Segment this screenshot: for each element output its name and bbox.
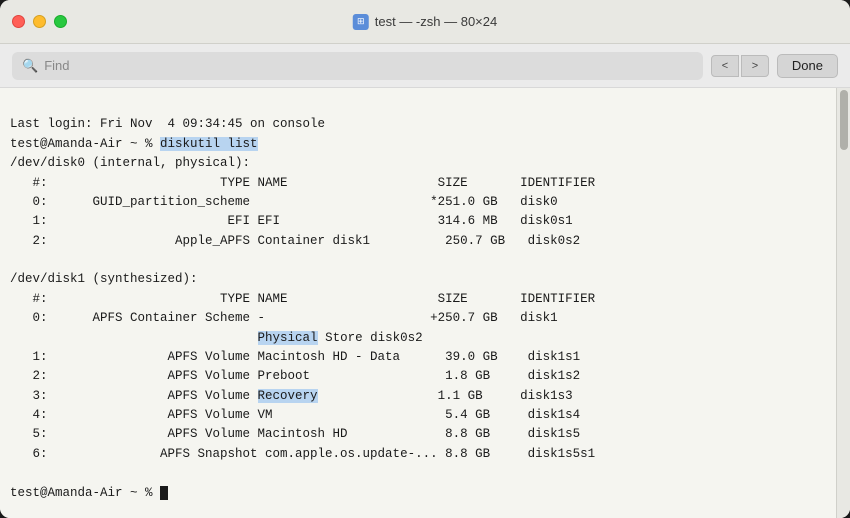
disk0-row-0: 0: GUID_partition_scheme *251.0 GB disk0 <box>10 195 558 209</box>
login-line: Last login: Fri Nov 4 09:34:45 on consol… <box>10 117 325 131</box>
scrollbar-thumb[interactable] <box>840 90 848 150</box>
disk0-row-1: 1: EFI EFI 314.6 MB disk0s1 <box>10 214 573 228</box>
recovery-highlight: Recovery <box>258 389 318 403</box>
prompt-line-1: test@Amanda-Air ~ % diskutil list <box>10 137 258 151</box>
prompt-line-2: test@Amanda-Air ~ % <box>10 486 168 500</box>
terminal-output[interactable]: Last login: Fri Nov 4 09:34:45 on consol… <box>0 88 836 518</box>
command-highlight: diskutil list <box>160 137 258 151</box>
traffic-lights <box>12 15 67 28</box>
disk1-row-2: 2: APFS Volume Preboot 1.8 GB disk1s2 <box>10 369 580 383</box>
terminal-content: Last login: Fri Nov 4 09:34:45 on consol… <box>0 88 850 518</box>
search-input[interactable] <box>44 58 693 73</box>
disk1-row-5: 5: APFS Volume Macintosh HD 8.8 GB disk1… <box>10 427 580 441</box>
done-button[interactable]: Done <box>777 54 838 78</box>
nav-buttons: < > <box>711 55 769 77</box>
cursor <box>160 486 168 500</box>
search-bar: 🔍 < > Done <box>0 44 850 88</box>
disk1-row-6: 6: APFS Snapshot com.apple.os.update-...… <box>10 447 595 461</box>
search-icon: 🔍 <box>22 58 38 74</box>
window-title: ⊞ test — -zsh — 80×24 <box>353 14 497 30</box>
disk0-col-header: #: TYPE NAME SIZE IDENTIFIER <box>10 176 595 190</box>
disk1-row-3: 3: APFS Volume Recovery 1.1 GB disk1s3 <box>10 389 573 403</box>
disk1-row-4: 4: APFS Volume VM 5.4 GB disk1s4 <box>10 408 580 422</box>
title-bar: ⊞ test — -zsh — 80×24 <box>0 0 850 44</box>
disk0-row-2: 2: Apple_APFS Container disk1 250.7 GB d… <box>10 234 580 248</box>
disk1-col-header: #: TYPE NAME SIZE IDENTIFIER <box>10 292 595 306</box>
minimize-button[interactable] <box>33 15 46 28</box>
search-input-wrapper[interactable]: 🔍 <box>12 52 703 80</box>
nav-prev-button[interactable]: < <box>711 55 739 77</box>
scrollbar[interactable] <box>836 88 850 518</box>
maximize-button[interactable] <box>54 15 67 28</box>
close-button[interactable] <box>12 15 25 28</box>
disk1-row-0-cont: Physical Store disk0s2 <box>10 331 423 345</box>
terminal-window: ⊞ test — -zsh — 80×24 🔍 < > Done Last lo… <box>0 0 850 518</box>
terminal-icon: ⊞ <box>353 14 369 30</box>
disk1-row-0: 0: APFS Container Scheme - +250.7 GB dis… <box>10 311 558 325</box>
title-label: test — -zsh — 80×24 <box>375 14 497 29</box>
disk1-header: /dev/disk1 (synthesized): <box>10 272 198 286</box>
physical-store-highlight: Physical <box>258 331 318 345</box>
disk1-row-1: 1: APFS Volume Macintosh HD - Data 39.0 … <box>10 350 580 364</box>
nav-next-button[interactable]: > <box>741 55 769 77</box>
disk0-header: /dev/disk0 (internal, physical): <box>10 156 250 170</box>
